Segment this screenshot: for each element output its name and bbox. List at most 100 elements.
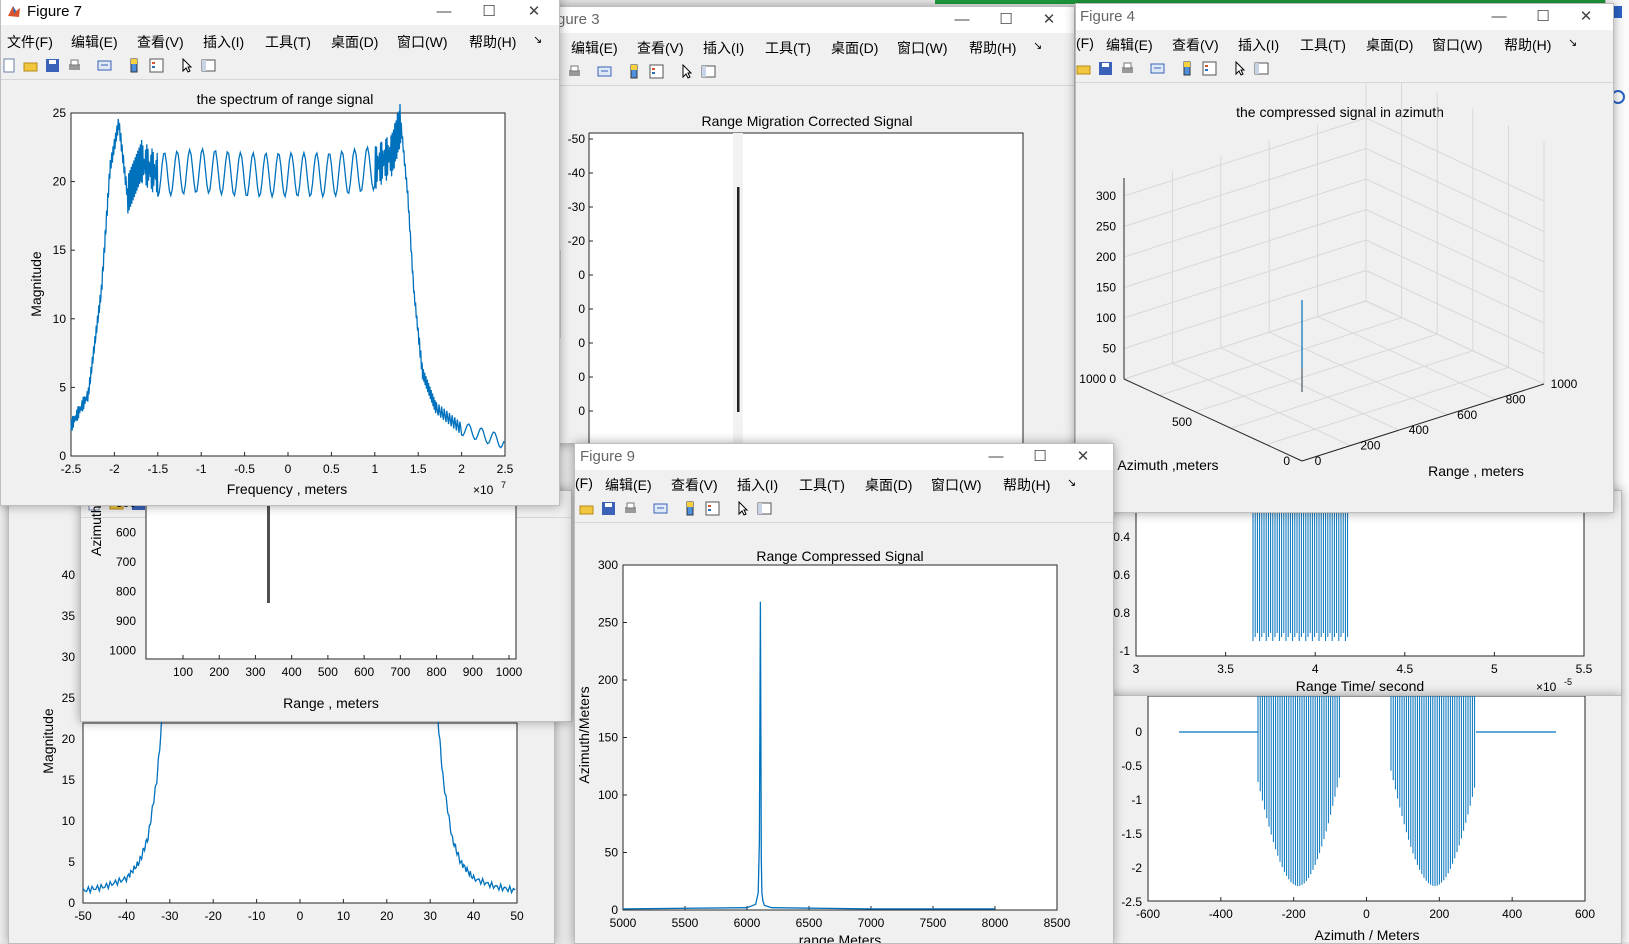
colorbar-icon[interactable] (127, 58, 142, 73)
figure-3-window[interactable]: gure 3 — ☐ ✕ (F)编辑(E)查看(V)插入(I)工具(T)桌面(D… (540, 6, 1075, 444)
property-editor-icon[interactable] (701, 64, 716, 79)
menu-item-1[interactable]: 编辑(E) (1106, 35, 1153, 55)
x-tick-label: -200 (1282, 907, 1306, 921)
maximize-button[interactable]: ☐ (993, 10, 1019, 30)
z-tick-label: 250 (1096, 220, 1116, 234)
colorbar-icon[interactable] (1180, 61, 1195, 76)
menu-item-2[interactable]: 查看(V) (671, 475, 718, 495)
menu-bar: (F) 编辑(E) 查看(V) 插入(I) 工具(T) 桌面(D) 窗口(W) 帮助(H) ↘ (1076, 31, 1613, 55)
y-tick-label: 500 (1172, 415, 1192, 429)
close-button[interactable]: ✕ (521, 2, 547, 22)
minimize-button[interactable]: — (1486, 7, 1512, 27)
menu-overflow-icon[interactable]: ↘ (1568, 36, 1577, 49)
maximize-button[interactable]: ☐ (1530, 7, 1556, 27)
pointer-icon[interactable] (1232, 60, 1247, 76)
x-tick-label: 7500 (920, 916, 947, 930)
menu-item-5[interactable]: 桌面(D) (865, 475, 912, 495)
close-button[interactable]: ✕ (1036, 10, 1062, 30)
x-tick-label: -0.5 (234, 462, 255, 476)
minimize-button[interactable]: — (431, 2, 457, 22)
link-plot-icon[interactable] (653, 501, 668, 516)
print-icon[interactable] (567, 64, 582, 79)
menu-overflow-icon[interactable]: ↘ (1067, 476, 1076, 489)
menu-item-2[interactable]: 查看(V) (1172, 35, 1219, 55)
menu-item-7[interactable]: 帮助(H) (469, 32, 516, 52)
figure-4-window[interactable]: Figure 4 — ☐ ✕ (F) 编辑(E) 查看(V) 插入(I) 工具(T) 桌面… (1075, 3, 1614, 513)
y-tick-label: 30 (62, 650, 76, 664)
menu-item-6[interactable]: 窗口(W) (1432, 35, 1483, 55)
title-bar[interactable]: Figure 9 — ☐ ✕ (575, 444, 1113, 470)
colorbar-icon[interactable] (683, 501, 698, 516)
menu-item-0[interactable]: 文件(F) (7, 32, 53, 52)
menu-item-5[interactable]: 桌面(D) (1366, 35, 1413, 55)
property-editor-icon[interactable] (201, 58, 216, 73)
minimize-button[interactable]: — (983, 447, 1009, 467)
maximize-button[interactable]: ☐ (476, 2, 502, 22)
menu-item-7[interactable]: 帮助(H) (969, 38, 1016, 58)
menu-item-3[interactable]: 插入(I) (737, 475, 778, 495)
menu-item-7[interactable]: 帮助(H) (1003, 475, 1050, 495)
print-icon[interactable] (623, 501, 638, 516)
save-icon[interactable] (45, 58, 60, 73)
pointer-icon[interactable] (735, 500, 750, 516)
menu-item-4[interactable]: 工具(T) (1300, 35, 1346, 55)
menu-item-6[interactable]: 窗口(W) (897, 38, 948, 58)
print-icon[interactable] (67, 58, 82, 73)
chart-title: the spectrum of range signal (197, 91, 374, 107)
colorbar-icon[interactable] (627, 64, 642, 79)
menu-item-2[interactable]: 查看(V) (137, 32, 184, 52)
save-icon[interactable] (1098, 61, 1113, 76)
maximize-button[interactable]: ☐ (1027, 447, 1053, 467)
close-button[interactable]: ✕ (1070, 447, 1096, 467)
new-figure-icon[interactable] (2, 58, 17, 73)
figure-7-window[interactable]: Figure 7 — ☐ ✕ 文件(F) 编辑(E) 查看(V) 插入(I) 工具(T)… (0, 0, 560, 506)
pointer-icon[interactable] (679, 63, 694, 79)
menu-item-3[interactable]: 插入(I) (1238, 35, 1279, 55)
menu-item-7[interactable]: 帮助(H) (1504, 35, 1551, 55)
legend-icon[interactable] (705, 501, 720, 516)
open-file-icon[interactable] (1076, 61, 1091, 76)
menu-item-4[interactable]: 工具(T) (265, 32, 311, 52)
legend-icon[interactable] (149, 58, 164, 73)
close-button[interactable]: ✕ (1573, 7, 1599, 27)
property-editor-icon[interactable] (1254, 61, 1269, 76)
save-icon[interactable] (601, 501, 616, 516)
menu-item-0[interactable]: (F) (575, 475, 593, 491)
y-tick-label: -30 (568, 200, 586, 214)
x-tick-label: 800 (1506, 392, 1526, 406)
pointer-icon[interactable] (179, 57, 194, 73)
menu-item-6[interactable]: 窗口(W) (931, 475, 982, 495)
menu-item-4[interactable]: 工具(T) (799, 475, 845, 495)
property-editor-icon[interactable] (757, 501, 772, 516)
link-plot-icon[interactable] (97, 58, 112, 73)
window-title: Figure 7 (27, 3, 83, 20)
menu-overflow-icon[interactable]: ↘ (533, 33, 542, 46)
legend-icon[interactable] (649, 64, 664, 79)
menu-overflow-icon[interactable]: ↘ (1033, 39, 1042, 52)
menu-item-1[interactable]: 编辑(E) (71, 32, 118, 52)
menu-item-2[interactable]: 查看(V) (637, 38, 684, 58)
open-file-icon[interactable] (23, 58, 38, 73)
menu-item-1[interactable]: 编辑(E) (605, 475, 652, 495)
menu-item-5[interactable]: 桌面(D) (831, 38, 878, 58)
azimuth-3d-chart: the compressed signal in azimuth 0 50 100 1… (1079, 59, 1578, 479)
menu-item-0[interactable]: (F) (1076, 35, 1094, 51)
link-plot-icon[interactable] (1150, 61, 1165, 76)
menu-item-3[interactable]: 插入(I) (203, 32, 244, 52)
figure-9-window[interactable]: Figure 9 — ☐ ✕ (F) 编辑(E) 查看(V) 插入(I) 工具(T) 桌面… (574, 443, 1114, 944)
minimize-button[interactable]: — (949, 10, 975, 30)
open-file-icon[interactable] (579, 501, 594, 516)
menu-item-3[interactable]: 插入(I) (703, 38, 744, 58)
y-tick-label: 0 (1135, 725, 1142, 739)
menu-item-1[interactable]: 编辑(E) (571, 38, 618, 58)
y-tick-label: 35 (62, 609, 76, 623)
title-bar[interactable]: Figure 4 — ☐ ✕ (1076, 4, 1613, 30)
menu-item-4[interactable]: 工具(T) (765, 38, 811, 58)
menu-item-6[interactable]: 窗口(W) (397, 32, 448, 52)
title-bar[interactable]: Figure 7 — ☐ ✕ (1, 0, 559, 25)
print-icon[interactable] (1120, 61, 1135, 76)
title-bar[interactable]: gure 3 — ☐ ✕ (541, 7, 1074, 33)
link-plot-icon[interactable] (597, 64, 612, 79)
menu-item-5[interactable]: 桌面(D) (331, 32, 378, 52)
legend-icon[interactable] (1202, 61, 1217, 76)
